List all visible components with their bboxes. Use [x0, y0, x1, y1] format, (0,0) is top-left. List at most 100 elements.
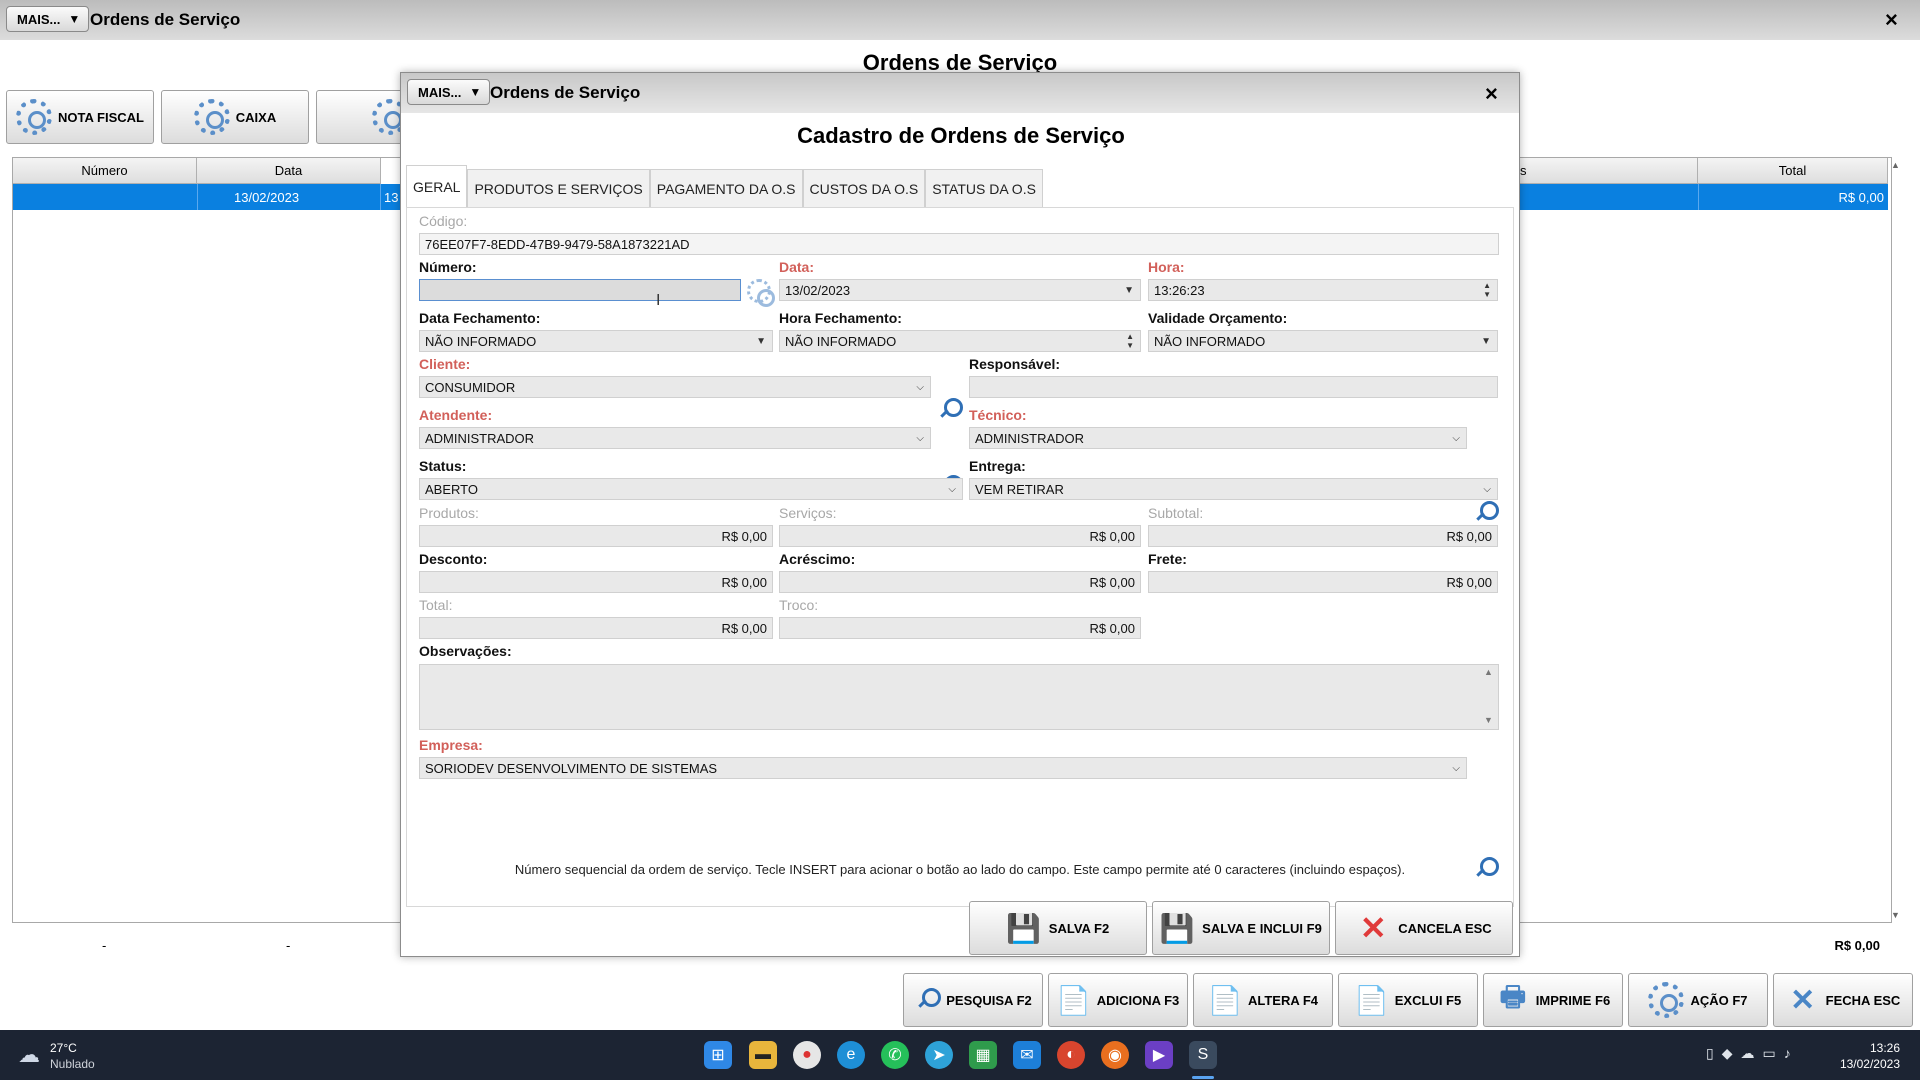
firefox-icon[interactable]: ◉ [1101, 1041, 1129, 1069]
taskbar: ☁ 27°C Nublado ⊞ ▬ ● e ✆ ➤ ▦ ✉ ◐ ◉ ▶ S ▯… [0, 1030, 1920, 1080]
mail-icon[interactable]: ✉ [1013, 1041, 1041, 1069]
save-icon: 💾 [1006, 912, 1042, 944]
gear-icon[interactable] [747, 279, 775, 307]
tab-status[interactable]: STATUS DA O.S [925, 169, 1043, 207]
desconto-input[interactable]: R$ 0,00 [419, 571, 773, 593]
hora-input[interactable]: 13:26:23 ▲ ▼ [1148, 279, 1498, 301]
chevron-down-icon[interactable]: ▼ [1124, 285, 1134, 296]
chevron-down-icon[interactable]: ⌵ [1452, 433, 1460, 444]
produtos-label: Produtos: [419, 505, 479, 521]
tab-custos[interactable]: CUSTOS DA O.S [802, 169, 926, 207]
app-icon[interactable]: ◐ [1057, 1041, 1085, 1069]
exclui-label: EXCLUI F5 [1394, 992, 1462, 1008]
atendente-select[interactable]: ADMINISTRADOR ⌵ [419, 427, 931, 449]
fecha-button[interactable]: ✕ FECHA ESC [1773, 973, 1913, 1027]
chevron-down-icon[interactable]: ⌵ [948, 484, 956, 495]
chevron-down-icon[interactable]: ▼ [1481, 336, 1491, 347]
data-input[interactable]: 13/02/2023 ▼ [779, 279, 1141, 301]
whatsapp-icon[interactable]: ✆ [881, 1041, 909, 1069]
entrega-label: Entrega: [969, 458, 1026, 474]
telegram-icon[interactable]: ➤ [925, 1041, 953, 1069]
nota-fiscal-button[interactable]: NOTA FISCAL [6, 90, 154, 144]
chevron-down-icon[interactable]: ⌵ [916, 433, 924, 444]
frete-input[interactable]: R$ 0,00 [1148, 571, 1498, 593]
validade-input[interactable]: NÃO INFORMADO ▼ [1148, 330, 1498, 352]
weather-temp[interactable]: 27°C [50, 1041, 77, 1055]
pesquisa-label: PESQUISA F2 [946, 992, 1032, 1008]
main-mais-menu[interactable]: MAIS... ▼ [6, 6, 90, 32]
add-document-icon: 📄 [1056, 984, 1092, 1016]
chevron-down-icon[interactable]: ⌵ [916, 382, 924, 393]
cliente-label: Cliente: [419, 356, 471, 372]
chevron-down-icon[interactable]: ▼ [756, 336, 766, 347]
tab-pagamento[interactable]: PAGAMENTO DA O.S [649, 169, 803, 207]
scroll-down-icon[interactable]: ▼ [1891, 910, 1900, 920]
hora-fechamento-input[interactable]: NÃO INFORMADO ▲ ▼ [779, 330, 1141, 352]
spinner-icon[interactable]: ▲ ▼ [1483, 281, 1491, 299]
adiciona-button[interactable]: 📄 ADICIONA F3 [1048, 973, 1188, 1027]
tecnico-select[interactable]: ADMINISTRADOR ⌵ [969, 427, 1467, 449]
grid-header-partial[interactable]: s [1518, 158, 1698, 184]
entrega-select[interactable]: VEM RETIRAR ⌵ [969, 478, 1498, 500]
scroll-up-icon[interactable]: ▲ [1484, 667, 1493, 677]
salva-inclui-label: SALVA E INCLUI F9 [1202, 920, 1322, 936]
grid-header-data[interactable]: Data [197, 158, 381, 184]
weather-desc: Nublado [50, 1057, 95, 1071]
cadastro-dialog: MAIS... ▼ Ordens de Serviço × Cadastro d… [400, 72, 1520, 957]
chevron-down-icon: ▼ [68, 12, 81, 26]
search-icon[interactable] [936, 397, 963, 423]
salva-inclui-button[interactable]: 💾 SALVA E INCLUI F9 [1152, 901, 1330, 955]
grid-header-total[interactable]: Total [1698, 158, 1888, 184]
exclui-button[interactable]: 📄 EXCLUI F5 [1338, 973, 1478, 1027]
cliente-select[interactable]: CONSUMIDOR ⌵ [419, 376, 931, 398]
hora-label: Hora: [1148, 259, 1185, 275]
observacoes-textarea[interactable] [419, 664, 1499, 730]
salva-button[interactable]: 💾 SALVA F2 [969, 901, 1147, 955]
file-explorer-icon[interactable]: ▬ [749, 1041, 777, 1069]
empresa-select[interactable]: SORIODEV DESENVOLVIMENTO DE SISTEMAS ⌵ [419, 757, 1467, 779]
dialog-mais-menu[interactable]: MAIS... ▼ [407, 79, 491, 105]
main-title-bar [0, 0, 1920, 40]
caixa-button[interactable]: CAIXA [161, 90, 309, 144]
chevron-down-icon[interactable]: ⌵ [1483, 484, 1491, 495]
tecnico-value: ADMINISTRADOR [975, 430, 1085, 446]
acao-button[interactable]: AÇÃO F7 [1628, 973, 1768, 1027]
spinner-icon[interactable]: ▲ ▼ [1126, 332, 1134, 350]
produtos-field: R$ 0,00 [419, 525, 773, 547]
main-close-icon[interactable]: × [1885, 9, 1898, 31]
grid-header-numero[interactable]: Número [13, 158, 197, 184]
numero-input[interactable] [419, 279, 741, 301]
tab-geral[interactable]: GERAL [406, 165, 468, 207]
edge-icon[interactable]: e [837, 1041, 865, 1069]
subtotal-label: Subtotal: [1148, 505, 1204, 521]
acrescimo-input[interactable]: R$ 0,00 [779, 571, 1141, 593]
system-tray-icons[interactable]: ▯◆☁▭♪ [1706, 1045, 1799, 1062]
footer-c2: - [286, 938, 291, 953]
acrescimo-label: Acréscimo: [779, 551, 856, 567]
pesquisa-button[interactable]: PESQUISA F2 [903, 973, 1043, 1027]
tab-produtos-servicos[interactable]: PRODUTOS E SERVIÇOS [467, 169, 650, 207]
responsavel-input[interactable] [969, 376, 1498, 398]
imprime-button[interactable]: 🖶 IMPRIME F6 [1483, 973, 1623, 1027]
clock-time[interactable]: 13:26 [1820, 1041, 1900, 1055]
chrome-icon[interactable]: ● [793, 1041, 821, 1069]
hora-fechamento-value: NÃO INFORMADO [785, 333, 897, 349]
chevron-down-icon[interactable]: ⌵ [1452, 763, 1460, 774]
data-fechamento-input[interactable]: NÃO INFORMADO ▼ [419, 330, 773, 352]
status-select[interactable]: ABERTO ⌵ [419, 478, 963, 500]
windows-start-icon[interactable]: ⊞ [704, 1041, 732, 1069]
search-icon[interactable] [1472, 500, 1499, 526]
validade-value: NÃO INFORMADO [1154, 333, 1266, 349]
tab-bar: GERAL PRODUTOS E SERVIÇOS PAGAMENTO DA O… [406, 165, 1043, 207]
media-icon[interactable]: ▶ [1145, 1041, 1173, 1069]
salva-label: SALVA F2 [1048, 920, 1110, 936]
scroll-up-icon[interactable]: ▲ [1891, 160, 1900, 170]
scroll-down-icon[interactable]: ▼ [1484, 715, 1493, 725]
cancela-button[interactable]: ✕ CANCELA ESC [1335, 901, 1513, 955]
cancel-icon: ✕ [1359, 910, 1387, 946]
spreadsheet-icon[interactable]: ▦ [969, 1041, 997, 1069]
soriodev-app-icon[interactable]: S [1189, 1041, 1217, 1069]
dialog-close-icon[interactable]: × [1485, 83, 1498, 105]
altera-button[interactable]: 📄 ALTERA F4 [1193, 973, 1333, 1027]
cliente-value: CONSUMIDOR [425, 379, 516, 395]
